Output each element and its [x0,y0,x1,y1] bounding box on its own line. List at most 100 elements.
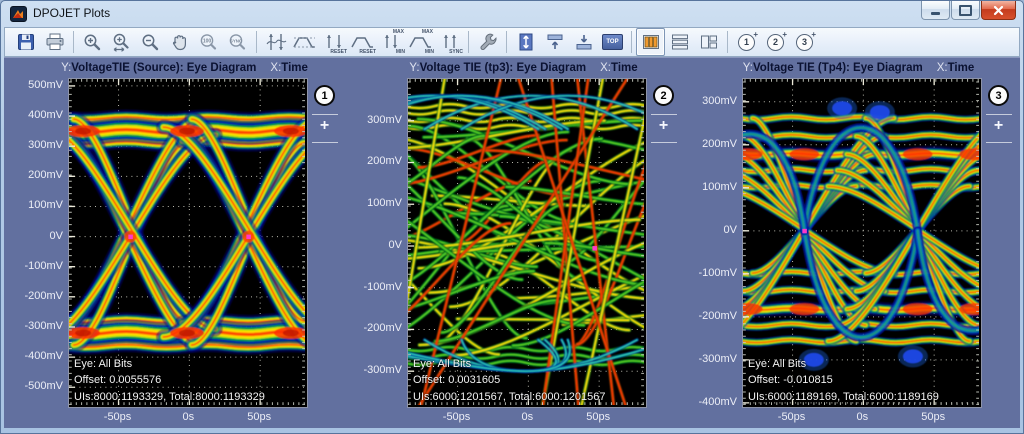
window-title: DPOJET Plots [33,6,110,20]
layout-grid-icon [699,32,719,52]
x-tick-label: 50ps [247,411,271,423]
max-label: MAX [422,30,433,35]
plot-side-strip: 3 + [982,78,1015,408]
zoom-in-icon [83,33,102,52]
add-cursor-button[interactable]: + [320,118,329,134]
add-plot-2-button[interactable]: 2 + [761,28,790,56]
cursors-sync-icon [439,34,461,50]
top-button[interactable]: TOP [598,28,627,56]
y-axis-labels: 500mV400mV300mV200mV100mV0V-100mV-200mV-… [28,78,68,408]
plus-label: + [782,31,787,39]
y-axis-labels: 300mV200mV100mV0V-100mV-200mV-300mV-400m… [702,78,742,408]
zoom-in-button[interactable] [78,28,107,56]
layout-rows-icon [670,32,690,52]
add-plot-1-button[interactable]: 1 + [732,28,761,56]
plot-side-strip: 2 + [647,78,680,408]
plot-canvas-area: Y:VoltageTIE (Source): Eye DiagramX:Time… [4,57,1020,428]
horizontal-cursors-button[interactable] [290,28,319,56]
maximize-button[interactable] [951,1,980,20]
reset-label: RESET [359,50,376,55]
x-tick-label: 0s [183,411,195,423]
layout-columns-button[interactable] [636,28,665,56]
plus-label: + [811,31,816,39]
y-tick-label: 200mV [702,138,737,150]
horizontal-cursors-icon [293,32,316,52]
zoom-horizontal-button[interactable] [107,28,136,56]
x-axis-labels: -50ps0s50ps [68,410,308,426]
layout-rows-button[interactable] [665,28,694,56]
save-icon [17,33,35,51]
zoom-out-button[interactable] [136,28,165,56]
cursors-min-icon [409,34,432,50]
y-tick-label: 100mV [367,197,402,209]
dpojet-plots-window: DPOJET Plots [0,0,1024,434]
x-tick-label: -50ps [443,411,471,423]
pan-button[interactable] [165,28,194,56]
y-tick-label: -300mV [363,364,402,376]
y-tick-label: 200mV [367,155,402,167]
zoom-100-button[interactable]: 100 [194,28,223,56]
title-bar[interactable]: DPOJET Plots [1,1,1023,27]
eye-diagram-panel-1: Y:VoltageTIE (Source): Eye DiagramX:Time… [28,61,341,427]
horizontal-cursors-reset-button[interactable]: RESET [348,28,377,56]
plot-title: Y:VoltageTIE (Source): Eye DiagramX:Time [28,61,341,77]
align-bottom-button[interactable] [569,28,598,56]
settings-button[interactable] [473,28,502,56]
svg-text:100: 100 [203,38,212,44]
y-tick-label: -400mV [698,396,737,408]
print-button[interactable] [40,28,69,56]
close-button[interactable] [981,1,1016,20]
add-cursor-button[interactable]: + [659,118,668,134]
y-tick-label: -100mV [24,260,63,272]
layout-grid-button[interactable] [694,28,723,56]
add-plot-3-button[interactable]: 3 + [790,28,819,56]
y-tick-label: 0V [50,230,63,242]
cursors-max-icon [381,34,403,50]
cursors-max-button[interactable]: MAX MIN [377,28,406,56]
plot-number-badge[interactable]: 1 [314,85,335,106]
eye-diagram-panel-2: Y:Voltage TIE (tp3): Eye DiagramX:Time 3… [367,61,680,427]
save-button[interactable] [11,28,40,56]
plus-label: + [753,31,758,39]
close-icon [993,5,1004,16]
fit-vertical-icon [516,32,536,52]
align-top-button[interactable] [540,28,569,56]
plot-number-badge[interactable]: 3 [988,85,1009,106]
reset-label: RESET [330,50,347,55]
y-tick-label: -200mV [363,322,402,334]
cursors-sync-button[interactable]: SYNC [435,28,464,56]
y-tick-label: -300mV [698,353,737,365]
zoom-sync-icon: SYNC [228,33,247,52]
zoom-100-icon: 100 [199,33,218,52]
y-tick-label: 300mV [702,95,737,107]
y-tick-label: -300mV [24,320,63,332]
x-axis-labels: -50ps0s50ps [407,410,647,426]
vertical-cursors-button[interactable] [261,28,290,56]
eye-diagram-plot-2[interactable]: Eye: All BitsOffset: 0.0031605UIs:6000:1… [407,78,647,408]
eye-diagram-plot-1[interactable]: Eye: All BitsOffset: 0.0055576UIs:8000:1… [68,78,308,408]
eye-diagram-plot-3[interactable]: Eye: All BitsOffset: -0.010815UIs:6000:1… [742,78,982,408]
vertical-cursors-reset-button[interactable]: RESET [319,28,348,56]
y-tick-label: 400mV [28,109,63,121]
y-tick-label: -100mV [363,281,402,293]
vertical-cursors-icon [265,32,287,52]
plot-title: Y:Voltage TIE (tp3): Eye DiagramX:Time [367,61,680,77]
fit-vertical-button[interactable] [511,28,540,56]
add-cursor-button[interactable]: + [994,118,1003,134]
pan-hand-icon [170,33,189,52]
horizontal-cursors-reset-icon [351,34,374,50]
svg-text:SYNC: SYNC [230,38,243,43]
max-label: MAX [393,30,404,35]
zoom-sync-button[interactable]: SYNC [223,28,252,56]
zoom-horizontal-icon [112,33,131,52]
top-chip: TOP [602,34,623,50]
min-label: MIN [396,50,405,55]
cursors-min-button[interactable]: MAX MIN [406,28,435,56]
minimize-button[interactable] [921,1,950,20]
min-label: MIN [425,50,434,55]
plot-number-badge[interactable]: 2 [653,85,674,106]
sync-label: SYNC [449,50,463,55]
zoom-out-icon [141,33,160,52]
y-tick-label: -400mV [24,350,63,362]
y-tick-label: -200mV [698,310,737,322]
